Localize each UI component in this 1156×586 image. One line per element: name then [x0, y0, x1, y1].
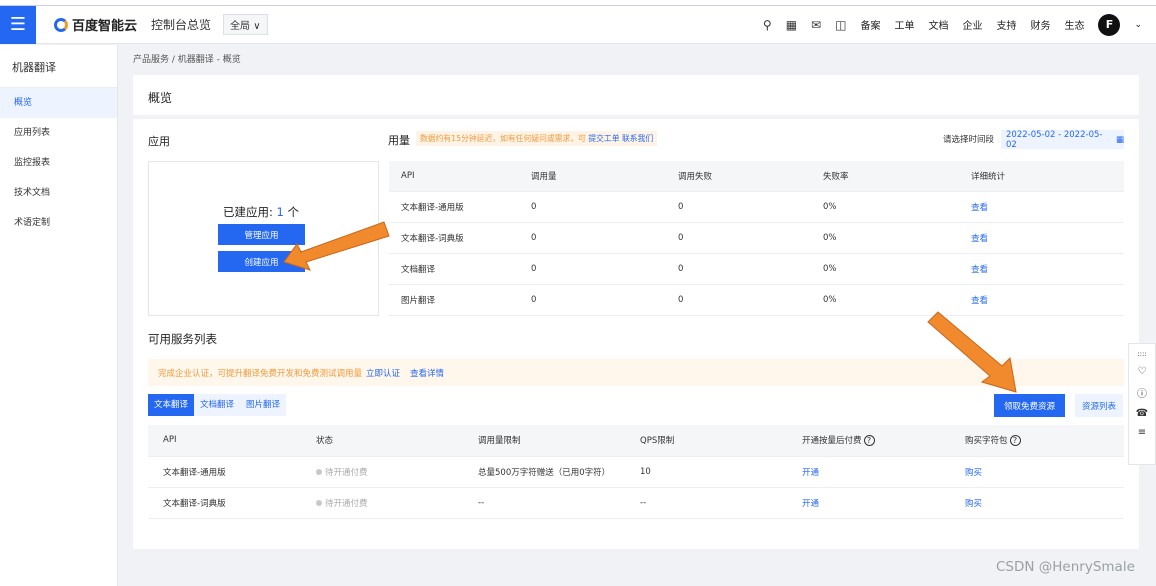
watermark: CSDN @HenrySmale [996, 559, 1135, 575]
annotation-arrows [283, 221, 1017, 393]
arrow-to-create-app [283, 221, 390, 271]
arrow-to-free-resources [927, 311, 1017, 393]
